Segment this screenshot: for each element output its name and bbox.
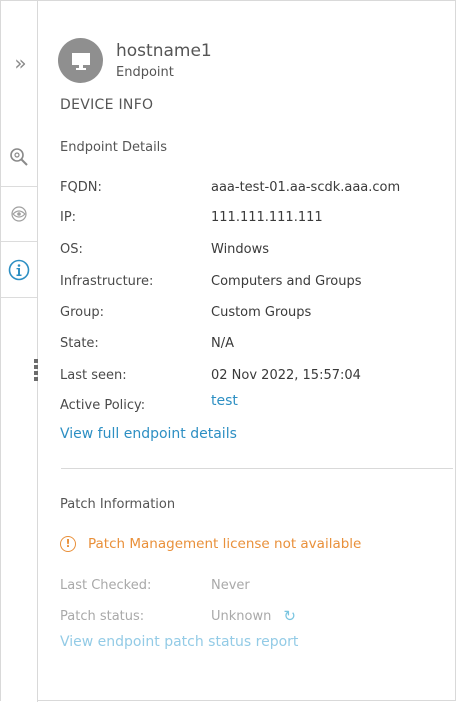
- field-label: Last seen:: [60, 367, 127, 383]
- refresh-icon[interactable]: ↻: [283, 607, 296, 625]
- side-rail: »: [1, 1, 38, 702]
- section-divider: [61, 468, 453, 469]
- license-warning-text: Patch Management license not available: [88, 536, 362, 552]
- field-value: Never: [211, 577, 250, 593]
- field-value: 111.111.111.111: [211, 209, 323, 225]
- field-value: Computers and Groups: [211, 273, 362, 289]
- endpoint-details-title: Endpoint Details: [60, 140, 168, 155]
- field-label: Active Policy:: [60, 397, 146, 413]
- field-row-last-seen: Last seen: 02 Nov 2022, 15:57:04: [60, 365, 361, 385]
- field-value: Custom Groups: [211, 304, 312, 320]
- panel-frame: » hostname1 Endpoint DEVICE INFO Endpoin…: [0, 0, 456, 702]
- rail-divider: [1, 297, 37, 298]
- field-row-ip: IP: 111.111.111.111: [60, 207, 323, 227]
- field-row-last-checked: Last Checked: Never: [60, 575, 250, 595]
- field-value: Unknown: [211, 608, 272, 624]
- rail-divider: [1, 186, 37, 187]
- field-value: 02 Nov 2022, 15:57:04: [211, 367, 361, 383]
- field-label: OS:: [60, 241, 83, 257]
- field-row-active-policy: Active Policy: test: [60, 393, 238, 415]
- field-label: FQDN:: [60, 179, 102, 195]
- section-title: DEVICE INFO: [60, 97, 154, 113]
- field-label: State:: [60, 335, 99, 351]
- field-value: Windows: [211, 241, 270, 257]
- view-patch-status-report-link[interactable]: View endpoint patch status report: [60, 634, 298, 650]
- field-label: IP:: [60, 209, 77, 225]
- rail-divider: [1, 241, 37, 242]
- active-policy-link[interactable]: test: [211, 393, 238, 409]
- field-label: Group:: [60, 304, 104, 320]
- field-row-state: State: N/A: [60, 333, 234, 353]
- device-info-panel: hostname1 Endpoint DEVICE INFO Endpoint …: [38, 1, 456, 702]
- field-row-group: Group: Custom Groups: [60, 302, 311, 322]
- field-row-fqdn: FQDN: aaa-test-01.aa-scdk.aaa.com: [60, 177, 400, 197]
- double-chevron-right-icon[interactable]: »: [1, 47, 37, 79]
- search-investigate-icon-graphic: [10, 148, 28, 166]
- field-row-os: OS: Windows: [60, 239, 269, 259]
- eye-icon-graphic: [11, 206, 27, 222]
- field-row-patch-status: Patch status: Unknown ↻: [60, 606, 296, 626]
- field-value: aaa-test-01.aa-scdk.aaa.com: [211, 179, 401, 195]
- eye-icon[interactable]: [1, 197, 37, 231]
- field-row-infrastructure: Infrastructure: Computers and Groups: [60, 271, 361, 291]
- license-warning: ! Patch Management license not available: [60, 536, 361, 552]
- field-value: N/A: [211, 335, 234, 351]
- field-label: Last Checked:: [60, 577, 152, 593]
- patch-information-title: Patch Information: [60, 497, 176, 512]
- field-label: Patch status:: [60, 608, 145, 624]
- device-type-label: Endpoint: [116, 65, 174, 80]
- monitor-icon-graphic: [71, 52, 90, 70]
- field-label: Infrastructure:: [60, 273, 154, 289]
- hostname-title: hostname1: [116, 41, 212, 61]
- info-icon-graphic: [8, 259, 30, 281]
- view-full-endpoint-details-link[interactable]: View full endpoint details: [60, 426, 237, 442]
- search-investigate-icon[interactable]: [1, 140, 37, 174]
- warning-icon: !: [60, 536, 76, 552]
- info-icon[interactable]: [1, 253, 37, 287]
- monitor-icon: [58, 38, 103, 83]
